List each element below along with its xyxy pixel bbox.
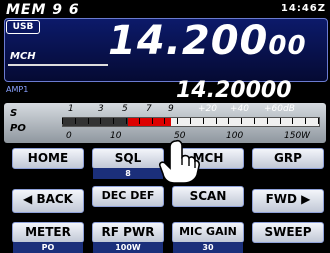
s-scale-tick: +20 bbox=[198, 104, 217, 114]
rf-pwr-button[interactable]: RF PWR 100W bbox=[92, 222, 164, 253]
meter-tick bbox=[74, 118, 76, 124]
meter-tick bbox=[279, 118, 281, 124]
meter-tick bbox=[113, 118, 115, 124]
s-scale-tick: 5 bbox=[122, 104, 128, 114]
mic-gain-value: 30 bbox=[173, 242, 243, 253]
po-meter-label: PO bbox=[10, 123, 26, 134]
sub-frequency[interactable]: 14.20000 bbox=[176, 78, 292, 103]
main-frequency-int: 14.200 bbox=[108, 18, 269, 64]
scan-label: SCAN bbox=[189, 189, 227, 203]
back-label: BACK bbox=[36, 192, 73, 206]
mic-gain-label: MIC GAIN bbox=[179, 225, 237, 238]
meter-bar-fill bbox=[63, 118, 171, 126]
meter-tick bbox=[62, 118, 63, 124]
rf-pwr-value: 100W bbox=[93, 242, 163, 253]
grp-button[interactable]: GRP bbox=[252, 148, 324, 169]
meter-tick bbox=[215, 118, 217, 124]
po-scale-tick: 10 bbox=[110, 131, 122, 141]
pointing-hand-icon bbox=[159, 139, 200, 183]
po-scale-tick: 150W bbox=[284, 131, 311, 141]
main-frequency[interactable]: 14.20000 bbox=[108, 18, 307, 64]
s-scale-tick: +60dB bbox=[264, 104, 295, 114]
channel-label: MCH bbox=[10, 51, 36, 62]
meter-tick bbox=[228, 118, 230, 124]
grp-label: GRP bbox=[274, 151, 302, 165]
meter-tick bbox=[318, 118, 319, 124]
meter-tick bbox=[292, 118, 294, 124]
meter-value: PO bbox=[13, 242, 83, 253]
s-scale-tick: 7 bbox=[146, 104, 152, 114]
scan-button[interactable]: SCAN bbox=[172, 186, 244, 207]
meter-tick bbox=[87, 118, 89, 124]
s-scale-tick: 9 bbox=[168, 104, 174, 114]
s-scale-tick: 1 bbox=[68, 104, 74, 114]
main-frequency-fraction: 00 bbox=[268, 31, 307, 61]
po-scale-tick: 100 bbox=[226, 131, 244, 141]
back-button[interactable]: ◀ BACK bbox=[12, 189, 84, 213]
rf-pwr-label: RF PWR bbox=[101, 225, 155, 239]
mode-badge[interactable]: USB bbox=[6, 20, 40, 34]
channel-underline bbox=[8, 64, 108, 66]
fwd-label: FWD bbox=[265, 192, 297, 206]
meter-tick bbox=[100, 118, 102, 124]
radio-display: MEM 9 6 14:46Z USB MCH 14.20000 AMP1 14.… bbox=[0, 0, 330, 253]
fwd-arrow-icon: ▶ bbox=[301, 192, 311, 206]
meter-tick bbox=[138, 118, 140, 124]
meter-tick bbox=[126, 118, 127, 124]
amp-label: AMP1 bbox=[6, 85, 29, 94]
mic-gain-button[interactable]: MIC GAIN 30 bbox=[172, 222, 244, 253]
home-button[interactable]: HOME bbox=[12, 148, 84, 169]
clock: 14:46Z bbox=[280, 3, 326, 14]
dec-def-label: DEC DEF bbox=[101, 189, 155, 202]
meter-tick bbox=[202, 118, 204, 124]
home-label: HOME bbox=[27, 151, 69, 165]
dec-def-button[interactable]: DEC DEF bbox=[92, 186, 164, 207]
fwd-button[interactable]: FWD ▶ bbox=[252, 189, 324, 213]
meter-tick bbox=[177, 118, 179, 124]
sql-value: 8 bbox=[93, 168, 163, 179]
s-meter-label: S bbox=[10, 108, 18, 119]
meter-button[interactable]: METER PO bbox=[12, 222, 84, 253]
s-scale-tick: 3 bbox=[98, 104, 104, 114]
sweep-button[interactable]: SWEEP bbox=[252, 222, 324, 243]
meter-tick bbox=[151, 118, 153, 124]
meter-tick bbox=[254, 118, 255, 124]
s-scale-tick: +40 bbox=[230, 104, 249, 114]
sql-label: SQL bbox=[114, 151, 142, 165]
meter-tick bbox=[305, 118, 307, 124]
meter-label: METER bbox=[25, 225, 71, 239]
meter-tick bbox=[266, 118, 268, 124]
back-arrow-icon: ◀ bbox=[23, 192, 33, 206]
sweep-label: SWEEP bbox=[264, 225, 312, 239]
meter-tick bbox=[190, 118, 191, 124]
meter-tick bbox=[241, 118, 243, 124]
po-scale-tick: 0 bbox=[66, 131, 72, 141]
memory-label: MEM 9 6 bbox=[6, 2, 80, 18]
meter-tick bbox=[164, 118, 166, 124]
